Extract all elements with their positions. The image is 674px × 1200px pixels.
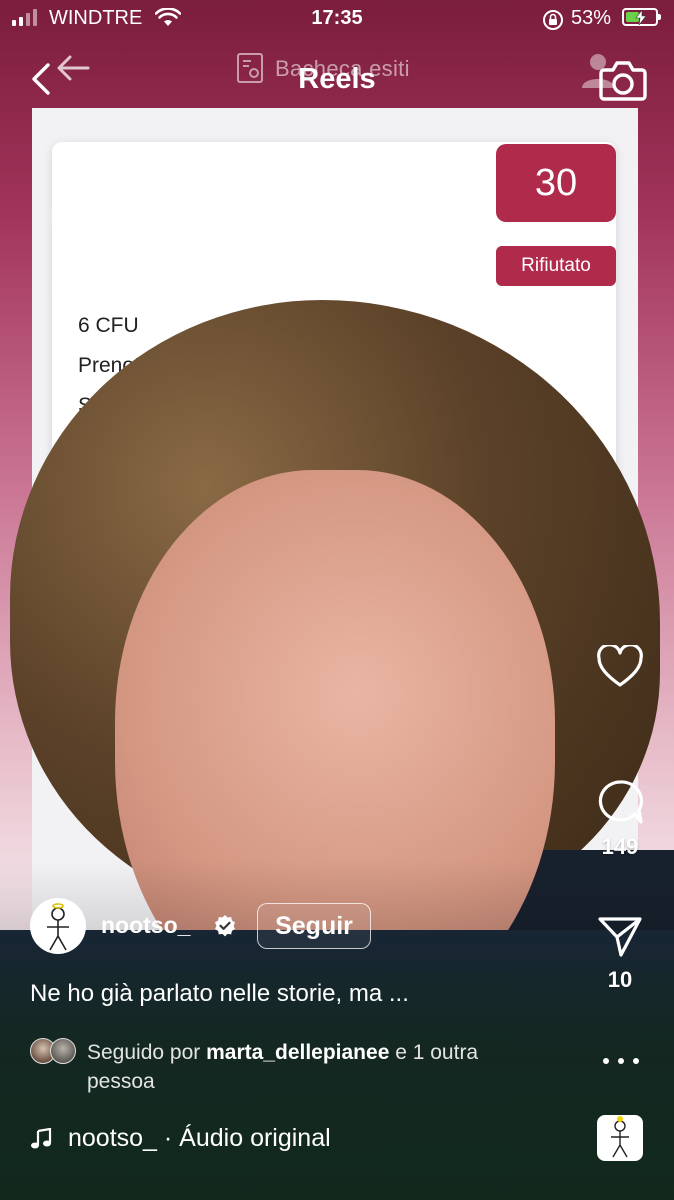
- comment-count: 149: [601, 834, 639, 859]
- page-title: Reels: [298, 63, 376, 95]
- heart-icon: [597, 645, 643, 687]
- grade-badge: 30: [496, 144, 616, 222]
- audio-thumbnail[interactable]: [597, 1115, 643, 1161]
- comment-icon: [598, 780, 643, 824]
- stick-figure-icon: [47, 903, 69, 951]
- follower-avatars: [30, 1038, 78, 1064]
- verified-badge-icon: [213, 914, 237, 938]
- follower-avatar: [50, 1038, 76, 1064]
- camera-icon: [599, 61, 647, 101]
- author-username[interactable]: nootso_: [101, 912, 190, 939]
- audio-label[interactable]: nootso_ · Áudio original: [68, 1124, 331, 1153]
- music-note-icon: [30, 1127, 52, 1150]
- battery-charging-icon: [622, 8, 661, 26]
- status-bar: WINDTRE 17:35 53%: [0, 0, 674, 40]
- dot-icon: [603, 1058, 609, 1064]
- stick-figure-icon: [611, 1116, 629, 1158]
- orientation-lock-icon: [541, 8, 565, 38]
- like-button[interactable]: [585, 645, 655, 697]
- author-avatar[interactable]: [30, 898, 86, 954]
- battery-percent: 53%: [571, 7, 612, 29]
- followed-by-text[interactable]: Seguido por marta_dellepianee e 1 outra …: [87, 1038, 527, 1096]
- followed-by-prefix: Seguido por: [87, 1041, 201, 1064]
- caption-text[interactable]: Ne ho già parlato nelle storie, ma ...: [30, 980, 409, 1008]
- followed-by-user[interactable]: marta_dellepianee: [206, 1041, 389, 1064]
- camera-button[interactable]: [598, 58, 648, 102]
- share-count: 10: [607, 967, 633, 992]
- follow-button[interactable]: Seguir: [257, 903, 371, 949]
- comment-button[interactable]: 149: [585, 778, 655, 860]
- cfu-text: 6 CFU: [78, 314, 139, 337]
- send-icon: [598, 917, 642, 957]
- share-button[interactable]: 10: [585, 915, 655, 993]
- more-options-button[interactable]: [603, 1046, 639, 1076]
- dot-icon: [633, 1058, 639, 1064]
- dot-icon: [618, 1058, 624, 1064]
- rejected-badge: Rifiutato: [496, 246, 616, 286]
